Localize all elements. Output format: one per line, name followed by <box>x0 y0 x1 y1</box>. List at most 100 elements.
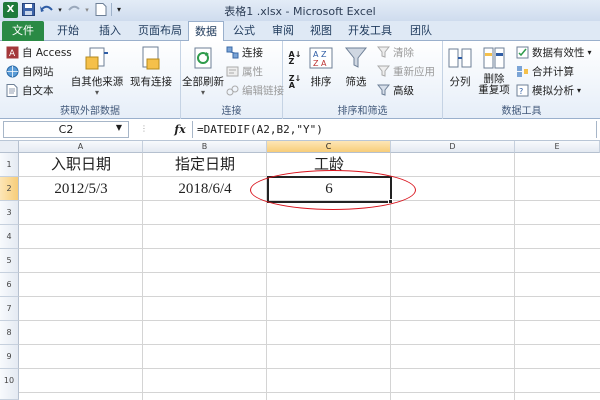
text-to-columns-button[interactable]: 分列 <box>445 44 475 89</box>
from-web-button[interactable]: 自网站 <box>5 64 54 79</box>
text-to-columns-icon <box>446 44 474 72</box>
properties-button[interactable]: 属性 <box>225 64 263 79</box>
sort-descending-button[interactable]: Z↓ A <box>288 74 302 90</box>
funnel-icon <box>342 44 370 72</box>
column-header-d[interactable]: D <box>391 141 515 153</box>
dropdown-caret-icon: ▾ <box>587 48 592 57</box>
tab-review[interactable]: 审阅 <box>264 21 302 41</box>
window-title: 表格1 .xlsx - Microsoft Excel <box>224 5 376 18</box>
what-if-icon: ? <box>515 84 529 98</box>
formula-bar-splitter[interactable]: ⋮ <box>140 124 149 133</box>
from-text-label: 自文本 <box>22 85 54 97</box>
row-header-8[interactable]: 8 <box>0 321 19 345</box>
cell-b1[interactable]: 指定日期 <box>143 153 267 177</box>
existing-connections-button[interactable]: 现有连接 <box>128 44 174 89</box>
group-connections: 全部刷新 ▾ 连接 属性 编辑链接 连接 <box>181 41 284 119</box>
from-text-button[interactable]: 自文本 <box>5 83 54 98</box>
from-access-button[interactable]: A 自 Access <box>5 45 72 60</box>
connections-button[interactable]: 连接 <box>225 45 263 60</box>
properties-label: 属性 <box>242 66 263 78</box>
sort-ascending-button[interactable]: A↓ Z <box>288 50 302 66</box>
remove-duplicates-label-2: 重复项 <box>478 84 510 96</box>
what-if-analysis-button[interactable]: ? 模拟分析 ▾ <box>515 83 581 98</box>
svg-text:A Z: A Z <box>313 50 327 59</box>
from-other-sources-label: 自其他来源 <box>70 76 124 88</box>
row-header-7[interactable]: 7 <box>0 297 19 321</box>
group-get-external-data: A 自 Access 自网站 自文本 自其他来源 ▾ 现有连接 获取外部数据 <box>0 41 181 119</box>
reapply-icon <box>376 65 390 79</box>
filter-button[interactable]: 筛选 <box>341 44 371 89</box>
row-header-5[interactable]: 5 <box>0 249 19 273</box>
tab-insert[interactable]: 插入 <box>90 21 130 41</box>
row-header-10[interactable]: 10 <box>0 369 19 400</box>
column-header-b[interactable]: B <box>143 141 267 153</box>
name-box-dropdown-icon[interactable]: ▼ <box>112 121 126 134</box>
tab-view[interactable]: 视图 <box>302 21 340 41</box>
row-header-9[interactable]: 9 <box>0 345 19 369</box>
what-if-analysis-label: 模拟分析 <box>532 85 574 97</box>
row-header-3[interactable]: 3 <box>0 201 19 225</box>
tab-file[interactable]: 文件 <box>2 21 44 41</box>
sort-za-icon: Z↓ A <box>288 74 302 90</box>
row-header-6[interactable]: 6 <box>0 273 19 297</box>
advanced-filter-label: 高级 <box>393 85 414 97</box>
tab-page-layout[interactable]: 页面布局 <box>132 21 188 41</box>
cell-a1[interactable]: 入职日期 <box>19 153 143 177</box>
edit-links-icon <box>225 84 239 98</box>
group-data-tools: 分列 删除 重复项 数据有效性 ▾ 合并计算 ? 模拟分析 ▾ 数据工具 <box>443 41 600 119</box>
group-sort-filter: A↓ Z Z↓ A A ZZ A 排序 筛选 清除 重新应用 高级 排序和筛选 <box>283 41 443 119</box>
data-validation-icon <box>515 46 529 60</box>
remove-duplicates-icon <box>480 44 508 72</box>
row-header-1[interactable]: 1 <box>0 153 19 177</box>
data-validation-button[interactable]: 数据有效性 ▾ <box>515 45 592 60</box>
dropdown-caret-icon: ▾ <box>577 86 582 95</box>
consolidate-icon <box>515 65 529 79</box>
select-all-corner[interactable] <box>0 141 19 153</box>
insert-function-icon[interactable]: fx <box>170 121 190 138</box>
group-label-data-tools: 数据工具 <box>501 106 542 117</box>
reapply-button[interactable]: 重新应用 <box>376 64 435 79</box>
properties-icon <box>225 65 239 79</box>
tab-developer[interactable]: 开发工具 <box>342 21 398 41</box>
remove-duplicates-button[interactable]: 删除 重复项 <box>475 44 513 96</box>
title-bar: X ▾ ▾ ▾ 表格1 .xlsx - Microsoft Excel <box>0 0 600 21</box>
sort-dialog-icon: A ZZ A <box>307 44 335 72</box>
edit-links-button[interactable]: 编辑链接 <box>225 83 284 98</box>
tab-home[interactable]: 开始 <box>48 21 88 41</box>
tab-data[interactable]: 数据 <box>188 21 224 42</box>
text-file-icon <box>5 84 19 98</box>
refresh-all-label: 全部刷新 <box>182 76 224 88</box>
group-label-sort-filter: 排序和筛选 <box>337 106 388 117</box>
globe-icon <box>5 65 19 79</box>
sort-label: 排序 <box>310 76 332 88</box>
formula-input[interactable]: =DATEDIF(A2,B2,"Y") <box>192 121 597 138</box>
clear-filter-button[interactable]: 清除 <box>376 45 414 60</box>
from-access-label: 自 Access <box>22 47 72 59</box>
cell-a2[interactable]: 2012/5/3 <box>19 177 143 201</box>
group-label-connections: 连接 <box>221 106 242 117</box>
sort-button[interactable]: A ZZ A 排序 <box>307 44 335 89</box>
edit-links-label: 编辑链接 <box>242 85 284 97</box>
dropdown-caret-icon: ▾ <box>200 88 205 97</box>
cell-b2[interactable]: 2018/6/4 <box>143 177 267 201</box>
name-box[interactable]: C2 <box>3 121 129 138</box>
advanced-filter-button[interactable]: 高级 <box>376 83 414 98</box>
sort-az-icon: A↓ Z <box>288 50 302 66</box>
from-other-sources-button[interactable]: 自其他来源 ▾ <box>70 44 124 97</box>
column-header-a[interactable]: A <box>19 141 143 153</box>
column-header-c[interactable]: C <box>267 141 391 153</box>
existing-connections-icon <box>137 44 165 72</box>
svg-text:Z A: Z A <box>313 59 327 68</box>
tab-team[interactable]: 团队 <box>402 21 440 41</box>
svg-text:A: A <box>9 49 16 59</box>
refresh-icon <box>189 44 217 72</box>
row-header-4[interactable]: 4 <box>0 225 19 249</box>
column-header-e[interactable]: E <box>515 141 600 153</box>
refresh-all-button[interactable]: 全部刷新 ▾ <box>182 44 224 97</box>
consolidate-button[interactable]: 合并计算 <box>515 64 574 79</box>
text-to-columns-label: 分列 <box>449 76 471 88</box>
tab-formulas[interactable]: 公式 <box>226 21 262 41</box>
row-header-2[interactable]: 2 <box>0 177 19 201</box>
dropdown-caret-icon: ▾ <box>94 88 99 97</box>
data-validation-label: 数据有效性 <box>532 47 585 59</box>
